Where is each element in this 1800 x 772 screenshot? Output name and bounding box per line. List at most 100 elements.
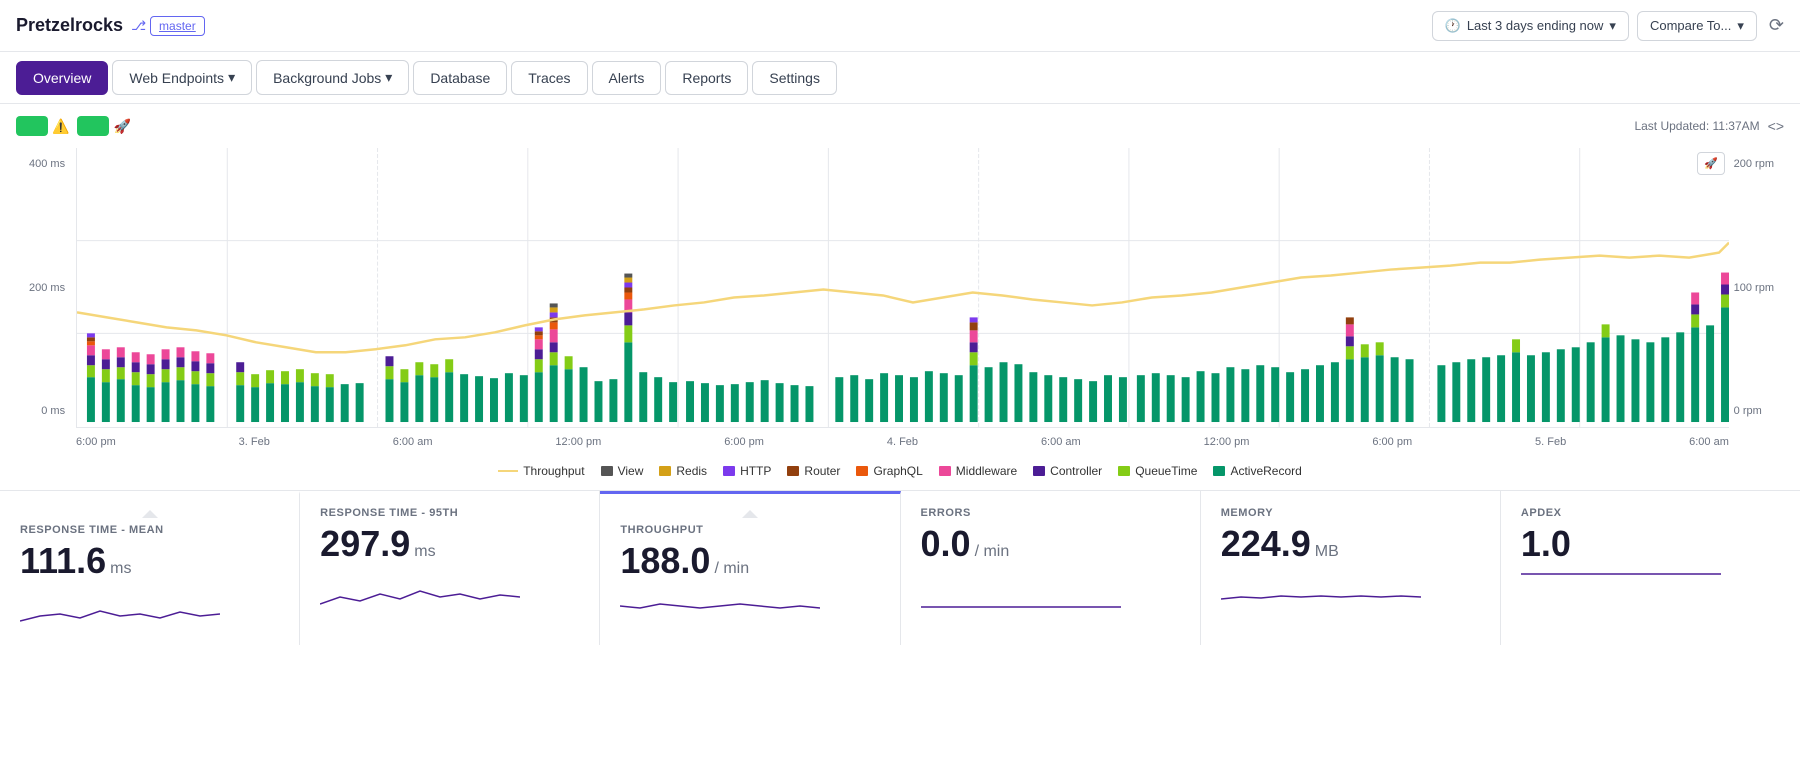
x-label-6pm: 6:00 pm [76, 436, 116, 448]
legend-graphql[interactable]: GraphQL [856, 464, 922, 478]
legend-redis[interactable]: Redis [659, 464, 707, 478]
legend-activerecord[interactable]: ActiveRecord [1213, 464, 1301, 478]
nav-web-endpoints[interactable]: Web Endpoints ▾ [112, 60, 252, 95]
legend-throughput-label: Throughput [523, 464, 584, 478]
legend-http-color [723, 466, 735, 476]
branch-badge[interactable]: master [150, 16, 205, 36]
metric-errors-label: ERRORS [921, 507, 1180, 519]
header-controls: 🕐 Last 3 days ending now ▾ Compare To...… [1432, 11, 1784, 41]
metric-memory-sparkline [1221, 569, 1421, 609]
metric-errors-sparkline [921, 569, 1121, 609]
warning-icon: ⚠️ [52, 118, 69, 135]
nav-background-jobs[interactable]: Background Jobs ▾ [256, 60, 409, 95]
background-jobs-chevron-icon: ▾ [385, 69, 392, 86]
time-selector[interactable]: 🕐 Last 3 days ending now ▾ [1432, 11, 1629, 41]
compare-selector[interactable]: Compare To... ▾ [1637, 11, 1757, 41]
metric-errors-value: 0.0 / min [921, 523, 1180, 565]
nav-settings[interactable]: Settings [752, 61, 837, 95]
legend-activerecord-color [1213, 466, 1225, 476]
metrics-row: RESPONSE TIME - MEAN 111.6 ms RESPONSE T… [0, 490, 1800, 645]
legend-throughput-color [498, 470, 518, 472]
metric-throughput-value: 188.0 / min [620, 540, 879, 582]
nav-reports[interactable]: Reports [665, 61, 748, 95]
metric-throughput-label: THROUGHPUT [620, 524, 879, 536]
legend-http[interactable]: HTTP [723, 464, 771, 478]
status-green-1 [16, 116, 48, 136]
app-title: Pretzelrocks [16, 15, 123, 36]
y-axis-right: 200 rpm 100 rpm 0 rpm [1734, 148, 1774, 427]
metric-memory-value: 224.9 MB [1221, 523, 1480, 565]
nav-database[interactable]: Database [413, 61, 507, 95]
legend-middleware-label: Middleware [956, 464, 1017, 478]
metric-mean-value: 111.6 ms [20, 540, 279, 582]
x-label-6am-3: 6:00 am [1689, 436, 1729, 448]
legend-redis-label: Redis [676, 464, 707, 478]
x-label-5feb: 5. Feb [1535, 436, 1566, 448]
chart-legend: Throughput View Redis HTTP Router GraphQ… [0, 452, 1800, 490]
metric-95th-value: 297.9 ms [320, 523, 579, 565]
x-label-12pm: 12:00 pm [555, 436, 601, 448]
nav-alerts[interactable]: Alerts [592, 61, 662, 95]
metric-memory-label: MEMORY [1221, 507, 1480, 519]
legend-activerecord-label: ActiveRecord [1230, 464, 1301, 478]
legend-graphql-color [856, 466, 868, 476]
status-green-2 [77, 116, 109, 136]
legend-middleware[interactable]: Middleware [939, 464, 1017, 478]
legend-controller[interactable]: Controller [1033, 464, 1102, 478]
metric-mean-sparkline [20, 586, 220, 626]
main-chart-svg [77, 148, 1729, 427]
y-label-200rpm: 200 rpm [1734, 158, 1774, 170]
legend-queuetime[interactable]: QueueTime [1118, 464, 1197, 478]
legend-throughput[interactable]: Throughput [498, 464, 584, 478]
legend-view-color [601, 466, 613, 476]
legend-router-color [787, 466, 799, 476]
legend-controller-color [1033, 466, 1045, 476]
time-label: Last 3 days ending now [1467, 18, 1604, 33]
metric-95th-sparkline [320, 569, 520, 609]
legend-router[interactable]: Router [787, 464, 840, 478]
web-endpoints-chevron-icon: ▾ [228, 69, 235, 86]
legend-http-label: HTTP [740, 464, 771, 478]
header: Pretzelrocks ⎇ master 🕐 Last 3 days endi… [0, 0, 1800, 52]
clock-icon: 🕐 [1445, 18, 1461, 34]
chart-pin-button[interactable]: 🚀 [1697, 152, 1725, 175]
last-updated-label: Last Updated: 11:37AM [1634, 119, 1759, 133]
toolbar: ⚠️ 🚀 Last Updated: 11:37AM <> [0, 104, 1800, 148]
refresh-icon[interactable]: ⟳ [1769, 15, 1784, 36]
y-label-400ms: 400 ms [29, 158, 65, 170]
metric-95th-label: RESPONSE TIME - 95TH [320, 507, 579, 519]
code-toggle[interactable]: <> [1768, 118, 1784, 134]
last-updated: Last Updated: 11:37AM <> [1634, 118, 1784, 134]
legend-queuetime-label: QueueTime [1135, 464, 1197, 478]
x-label-4feb: 4. Feb [887, 436, 918, 448]
metric-apdex-label: APDEX [1521, 507, 1780, 519]
x-label-6pm-2: 6:00 pm [724, 436, 764, 448]
metric-throughput-sparkline [620, 586, 820, 626]
chart-container: 🚀 400 ms 200 ms 0 ms 200 rpm 100 rpm 0 r… [0, 148, 1800, 452]
metric-memory: MEMORY 224.9 MB [1201, 491, 1501, 645]
legend-graphql-label: GraphQL [873, 464, 922, 478]
metric-mean-label: RESPONSE TIME - MEAN [20, 524, 279, 536]
legend-controller-label: Controller [1050, 464, 1102, 478]
legend-view-label: View [618, 464, 644, 478]
nav-overview[interactable]: Overview [16, 61, 108, 95]
legend-queuetime-color [1118, 466, 1130, 476]
y-label-0rpm: 0 rpm [1734, 405, 1774, 417]
nav-traces[interactable]: Traces [511, 61, 587, 95]
main-nav: Overview Web Endpoints ▾ Background Jobs… [0, 52, 1800, 104]
rocket-icon: 🚀 [113, 118, 130, 135]
y-label-200ms: 200 ms [29, 282, 65, 294]
main-chart-wrapper: 🚀 400 ms 200 ms 0 ms 200 rpm 100 rpm 0 r… [76, 148, 1729, 428]
time-chevron-icon: ▾ [1609, 18, 1616, 34]
metric-errors: ERRORS 0.0 / min [901, 491, 1201, 645]
x-label-6am-2: 6:00 am [1041, 436, 1081, 448]
y-label-0ms: 0 ms [29, 405, 65, 417]
metric-apdex: APDEX 1.0 [1501, 491, 1800, 645]
metric-response-time-mean: RESPONSE TIME - MEAN 111.6 ms [0, 491, 300, 645]
metric-apdex-value: 1.0 [1521, 523, 1780, 565]
metric-response-time-95th: RESPONSE TIME - 95TH 297.9 ms [300, 491, 600, 645]
x-axis: 6:00 pm 3. Feb 6:00 am 12:00 pm 6:00 pm … [76, 432, 1729, 452]
legend-view[interactable]: View [601, 464, 644, 478]
x-label-3feb: 3. Feb [239, 436, 270, 448]
metric-apdex-sparkline [1521, 569, 1721, 609]
